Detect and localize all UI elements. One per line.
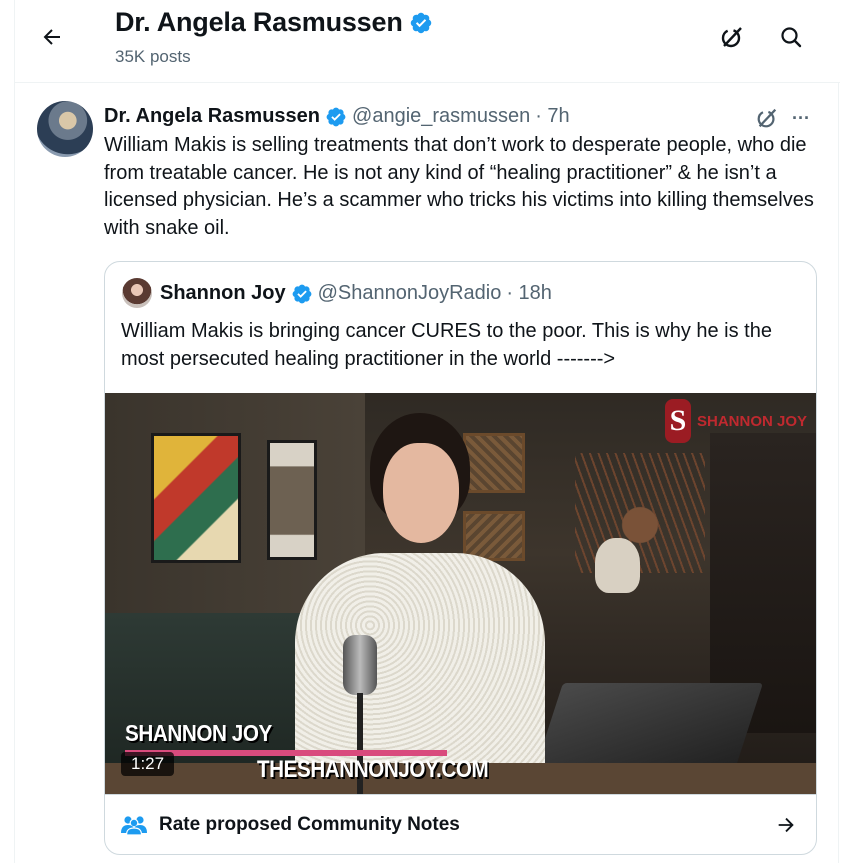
search-button[interactable] bbox=[776, 22, 806, 52]
community-notes-icon bbox=[121, 816, 147, 836]
quote-time[interactable]: · 18h bbox=[506, 282, 552, 305]
video-scene-microphone bbox=[343, 635, 377, 695]
tweet-author-handle[interactable]: @angie_rasmussen bbox=[352, 105, 530, 128]
video-scene-person bbox=[295, 413, 545, 794]
lower-third-url: THESHANNONJOY.COM bbox=[257, 756, 489, 783]
video-scene-painting bbox=[151, 433, 241, 563]
quoted-tweet[interactable]: Shannon Joy @ShannonJoyRadio · 18h Willi… bbox=[104, 261, 817, 855]
video-scene-vase bbox=[595, 538, 640, 593]
brand-logo: S bbox=[665, 399, 691, 443]
back-button[interactable] bbox=[37, 22, 67, 52]
verified-badge-icon bbox=[410, 12, 431, 33]
video-brand-watermark: S SHANNON JOY bbox=[665, 399, 807, 443]
quote-header: Shannon Joy @ShannonJoyRadio · 18h bbox=[160, 282, 552, 305]
search-icon bbox=[781, 27, 802, 48]
grok-button[interactable] bbox=[717, 22, 747, 52]
main-column: Dr. Angela Rasmussen 35K posts Dr. Angel… bbox=[14, 0, 840, 863]
community-notes-arrow[interactable] bbox=[773, 812, 799, 838]
tweet-author-name[interactable]: Dr. Angela Rasmussen bbox=[104, 105, 320, 128]
community-notes-label: Rate proposed Community Notes bbox=[159, 814, 460, 835]
author-avatar[interactable] bbox=[37, 101, 93, 157]
back-arrow-icon bbox=[43, 29, 60, 45]
quote-author-name[interactable]: Shannon Joy bbox=[160, 282, 286, 305]
grok-explain-button[interactable] bbox=[755, 104, 779, 132]
grok-icon bbox=[721, 27, 742, 48]
video-duration: 1:27 bbox=[121, 752, 175, 776]
quote-text: William Makis is bringing cancer CURES t… bbox=[121, 320, 772, 370]
brand-text: SHANNON JOY bbox=[697, 412, 808, 430]
tweet-time[interactable]: · 7h bbox=[535, 105, 569, 128]
video-scene-plant bbox=[575, 453, 705, 573]
quote-author-avatar[interactable] bbox=[122, 278, 152, 308]
community-notes-bar[interactable]: Rate proposed Community Notes bbox=[105, 794, 816, 854]
video-person-face bbox=[383, 443, 459, 543]
arrow-right-icon bbox=[778, 817, 794, 833]
tweet-text: William Makis is selling treatments that… bbox=[104, 134, 814, 239]
tweet-header: Dr. Angela Rasmussen @angie_rasmussen · … bbox=[104, 105, 570, 128]
video-player[interactable]: S SHANNON JOY SHANNON JOY THESHANNONJOY.… bbox=[105, 393, 816, 794]
posts-count: 35K posts bbox=[115, 47, 191, 66]
more-button[interactable]: ··· bbox=[792, 104, 810, 132]
more-icon: ··· bbox=[792, 107, 810, 128]
profile-header: Dr. Angela Rasmussen 35K posts bbox=[15, 0, 840, 83]
quote-author-handle[interactable]: @ShannonJoyRadio bbox=[318, 282, 502, 305]
lower-third-name: SHANNON JOY bbox=[125, 720, 272, 746]
verified-badge-icon bbox=[326, 107, 346, 126]
header-title: Dr. Angela Rasmussen bbox=[115, 7, 433, 38]
profile-name: Dr. Angela Rasmussen bbox=[115, 7, 403, 37]
verified-badge-icon bbox=[292, 284, 311, 303]
grok-icon bbox=[757, 108, 777, 128]
